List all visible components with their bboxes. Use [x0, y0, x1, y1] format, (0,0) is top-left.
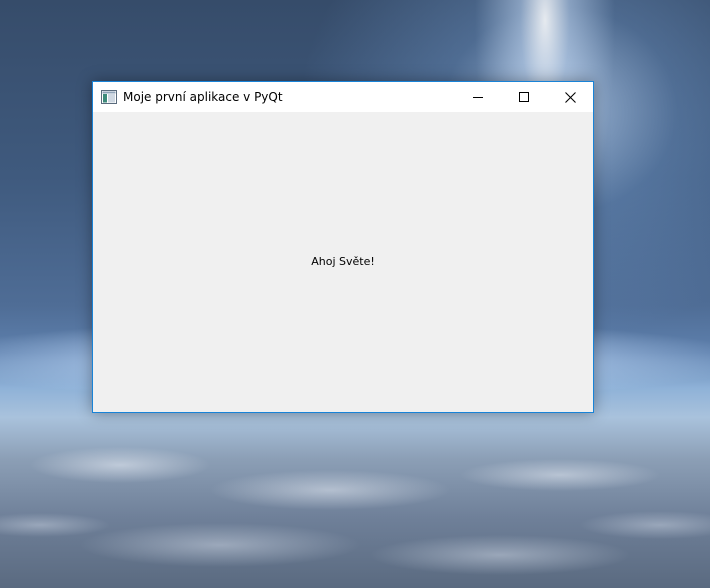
- app-window[interactable]: Moje první aplikace v PyQt Ahoj Světe!: [92, 81, 594, 413]
- window-title: Moje první aplikace v PyQt: [123, 90, 283, 104]
- minimize-button[interactable]: [455, 82, 501, 112]
- maximize-icon: [519, 92, 529, 102]
- close-icon: [564, 91, 576, 103]
- minimize-icon: [473, 92, 483, 102]
- maximize-button[interactable]: [501, 82, 547, 112]
- window-client-area: Ahoj Světe!: [93, 112, 593, 412]
- window-app-icon[interactable]: [101, 89, 117, 105]
- clouds-layer: [0, 395, 710, 588]
- close-button[interactable]: [547, 82, 593, 112]
- title-bar[interactable]: Moje první aplikace v PyQt: [93, 82, 593, 112]
- hello-label: Ahoj Světe!: [311, 255, 375, 268]
